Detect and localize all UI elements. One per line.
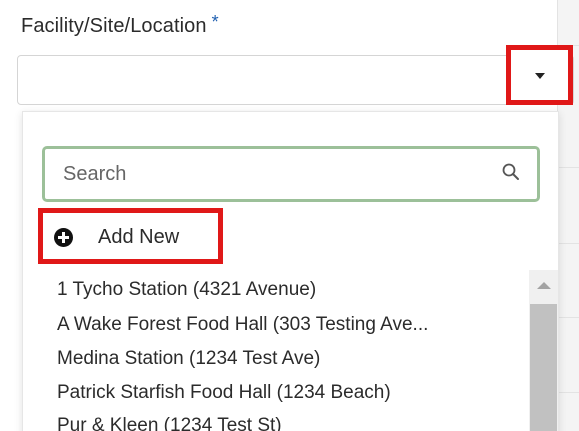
scrollbar-thumb[interactable] [530, 304, 557, 431]
divider [557, 317, 579, 318]
scroll-up-icon[interactable] [537, 282, 551, 289]
dropdown-toggle-button[interactable] [506, 45, 573, 105]
search-field[interactable] [42, 146, 540, 202]
plus-circle-icon [54, 228, 73, 247]
field-label: Facility/Site/Location * [21, 12, 219, 38]
facility-select-page: Facility/Site/Location* Add New 1 Tycho … [0, 0, 579, 431]
facility-select[interactable] [17, 55, 574, 105]
add-new-button[interactable]: Add New [38, 208, 223, 264]
options-scrollbar[interactable] [529, 270, 558, 431]
list-item[interactable]: A Wake Forest Food Hall (303 Testing Ave… [57, 314, 428, 336]
search-icon [502, 163, 519, 180]
add-new-label: Add New [98, 226, 180, 248]
list-item[interactable]: Pur & Kleen (1234 Test St) [57, 415, 282, 431]
field-label-text: Facility/Site/Location [21, 15, 207, 37]
search-input[interactable] [45, 149, 485, 199]
options-list: 1 Tycho Station (4321 Avenue) A Wake For… [22, 270, 529, 431]
required-marker: * [211, 12, 219, 32]
divider [557, 392, 579, 393]
chevron-down-icon [535, 73, 545, 79]
divider [557, 243, 579, 244]
list-item[interactable]: 1 Tycho Station (4321 Avenue) [57, 279, 316, 301]
divider [557, 167, 579, 168]
list-item[interactable]: Medina Station (1234 Test Ave) [57, 348, 320, 370]
list-item[interactable]: Patrick Starfish Food Hall (1234 Beach) [57, 382, 391, 404]
